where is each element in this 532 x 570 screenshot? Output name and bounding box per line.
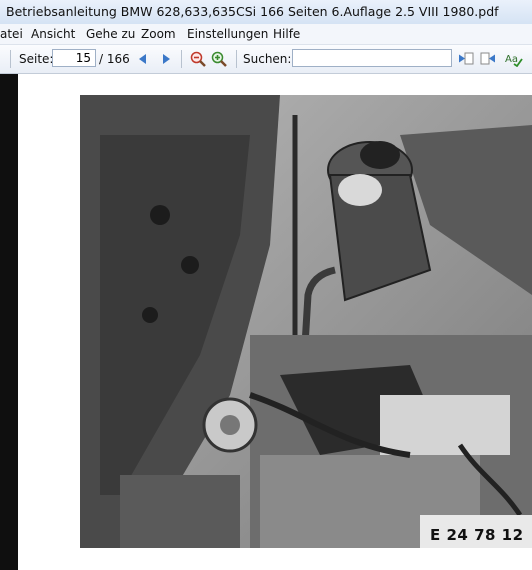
zoom-out-icon[interactable] xyxy=(190,51,206,67)
page-total: / 166 xyxy=(99,52,130,66)
menu-hilfe[interactable]: Hilfe xyxy=(273,27,300,41)
menu-bar: atei Ansicht Gehe zu Zoom Einstellungen … xyxy=(0,24,532,45)
zoom-in-icon[interactable] xyxy=(211,51,227,67)
photo-caption: E 24 78 12 xyxy=(430,526,524,544)
toolbar: Seite: / 166 Suchen: xyxy=(0,45,532,74)
page-label: Seite: xyxy=(19,52,54,66)
window-title: Betriebsanleitung BMW 628,633,635CSi 166… xyxy=(6,4,499,19)
menu-datei[interactable]: atei xyxy=(0,27,23,41)
search-input[interactable] xyxy=(292,49,452,67)
toolbar-separator xyxy=(236,50,237,68)
page-number-input[interactable] xyxy=(52,49,96,67)
next-page-icon[interactable] xyxy=(158,51,174,67)
find-next-icon[interactable] xyxy=(480,51,496,67)
toolbar-separator xyxy=(181,50,182,68)
match-case-icon[interactable]: Aa xyxy=(505,51,523,68)
engine-photo xyxy=(80,95,532,548)
menu-ansicht[interactable]: Ansicht xyxy=(31,27,75,41)
search-label: Suchen: xyxy=(243,52,292,66)
page-edge-shadow xyxy=(0,74,18,570)
svg-text:Aa: Aa xyxy=(505,54,518,65)
previous-page-icon[interactable] xyxy=(136,51,152,67)
toolbar-separator xyxy=(10,50,11,68)
menu-zoom[interactable]: Zoom xyxy=(141,27,176,41)
menu-einstellungen[interactable]: Einstellungen xyxy=(187,27,268,41)
menu-gehe-zu[interactable]: Gehe zu xyxy=(86,27,135,41)
title-bar: Betriebsanleitung BMW 628,633,635CSi 166… xyxy=(0,0,532,25)
find-previous-icon[interactable] xyxy=(458,51,474,67)
